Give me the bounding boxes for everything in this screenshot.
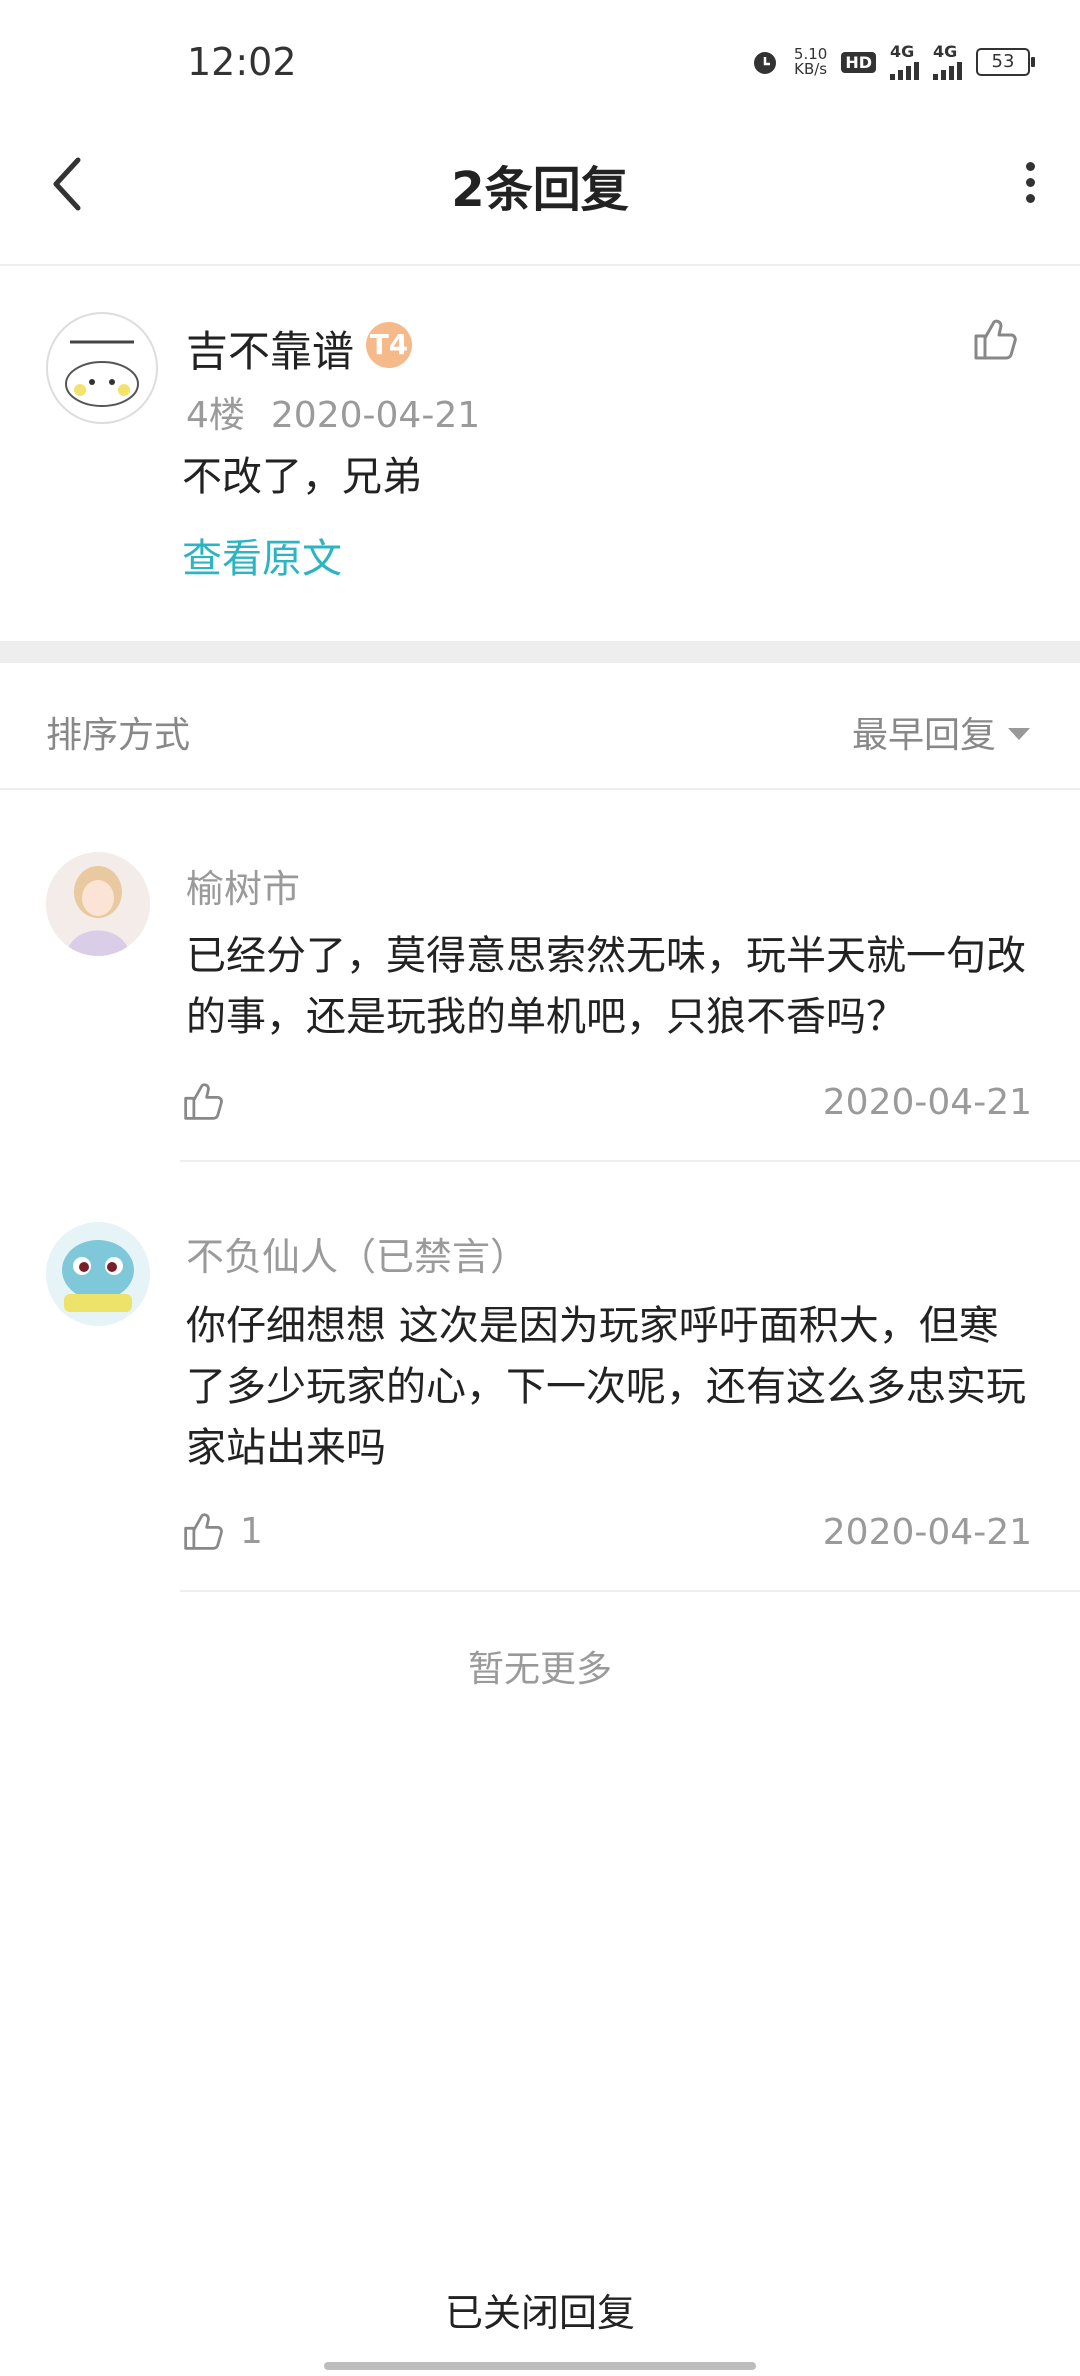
page-title: 2条回复 (451, 162, 629, 218)
reply-content: 已经分了，莫得意思索然无味，玩半天就一句改的事，还是玩我的单机吧，只狼不香吗？ (186, 933, 1026, 1040)
reply-like-button[interactable]: 1 (182, 1510, 263, 1552)
sim1-label: 4G (890, 42, 915, 61)
anime-girl-avatar (66, 866, 130, 956)
thumbs-up-icon (184, 1513, 223, 1550)
thumbs-up-icon[interactable] (972, 316, 1018, 362)
sort-value: 最早回复 (851, 715, 996, 756)
sim2-label: 4G (933, 42, 958, 61)
avatar[interactable] (46, 852, 150, 956)
dropdown-triangle-icon (1008, 728, 1030, 740)
sort-divider (0, 788, 1080, 790)
more-options-icon[interactable] (1018, 162, 1042, 203)
home-indicator[interactable] (324, 2362, 756, 2370)
reply-author[interactable]: 不负仙人（已禁言） (186, 1226, 528, 1281)
alarm-icon (753, 52, 776, 74)
reply-date: 2020-04-21 (822, 1512, 1032, 1553)
status-icons: 5.10 KB/s HD 4G 4G 53 (750, 44, 1035, 80)
post-meta: 4楼 2020-04-21 (186, 386, 480, 438)
signal-4g-2: 4G (933, 44, 962, 80)
like-count: 1 (240, 1510, 263, 1552)
sort-label: 排序方式 (46, 715, 191, 756)
network-speed: 5.10 KB/s (794, 47, 827, 77)
post-floor: 4楼 (186, 395, 245, 436)
status-time: 12:02 (187, 40, 297, 84)
post-date: 2020-04-21 (270, 395, 481, 436)
avatar[interactable] (46, 1222, 150, 1326)
view-original-link[interactable]: 查看原文 (182, 526, 342, 584)
reply-divider (180, 1160, 1080, 1162)
header-divider (0, 264, 1080, 266)
sort-dropdown[interactable]: 最早回复 (852, 706, 1030, 758)
level-badge: T4 (366, 322, 412, 368)
battery-icon: 53 (976, 48, 1035, 76)
post-author[interactable]: 吉不靠谱 (186, 318, 354, 379)
thumbs-up-icon (184, 1083, 223, 1120)
reply-content: 你仔细想想 这次是因为玩家呼吁面积大，但寒了多少玩家的心，下一次呢，还有这么多忠… (186, 1303, 1026, 1471)
squirtle-avatar (62, 1240, 134, 1312)
reply-divider (180, 1590, 1080, 1592)
replies-closed-text: 已关闭回复 (444, 2291, 635, 2335)
reply-date: 2020-04-21 (822, 1082, 1032, 1123)
reply-author[interactable]: 榆树市 (186, 858, 300, 913)
avatar[interactable] (46, 312, 158, 424)
cat-sticker-avatar (65, 340, 139, 407)
no-more-text: 暂无更多 (467, 1649, 612, 1690)
hd-icon: HD (841, 51, 876, 73)
speed-unit: KB/s (794, 60, 828, 78)
post-content: 不改了，兄弟 (182, 454, 422, 500)
signal-4g-1: 4G (890, 44, 919, 80)
section-separator (0, 641, 1080, 663)
reply-like-button[interactable] (182, 1080, 240, 1122)
